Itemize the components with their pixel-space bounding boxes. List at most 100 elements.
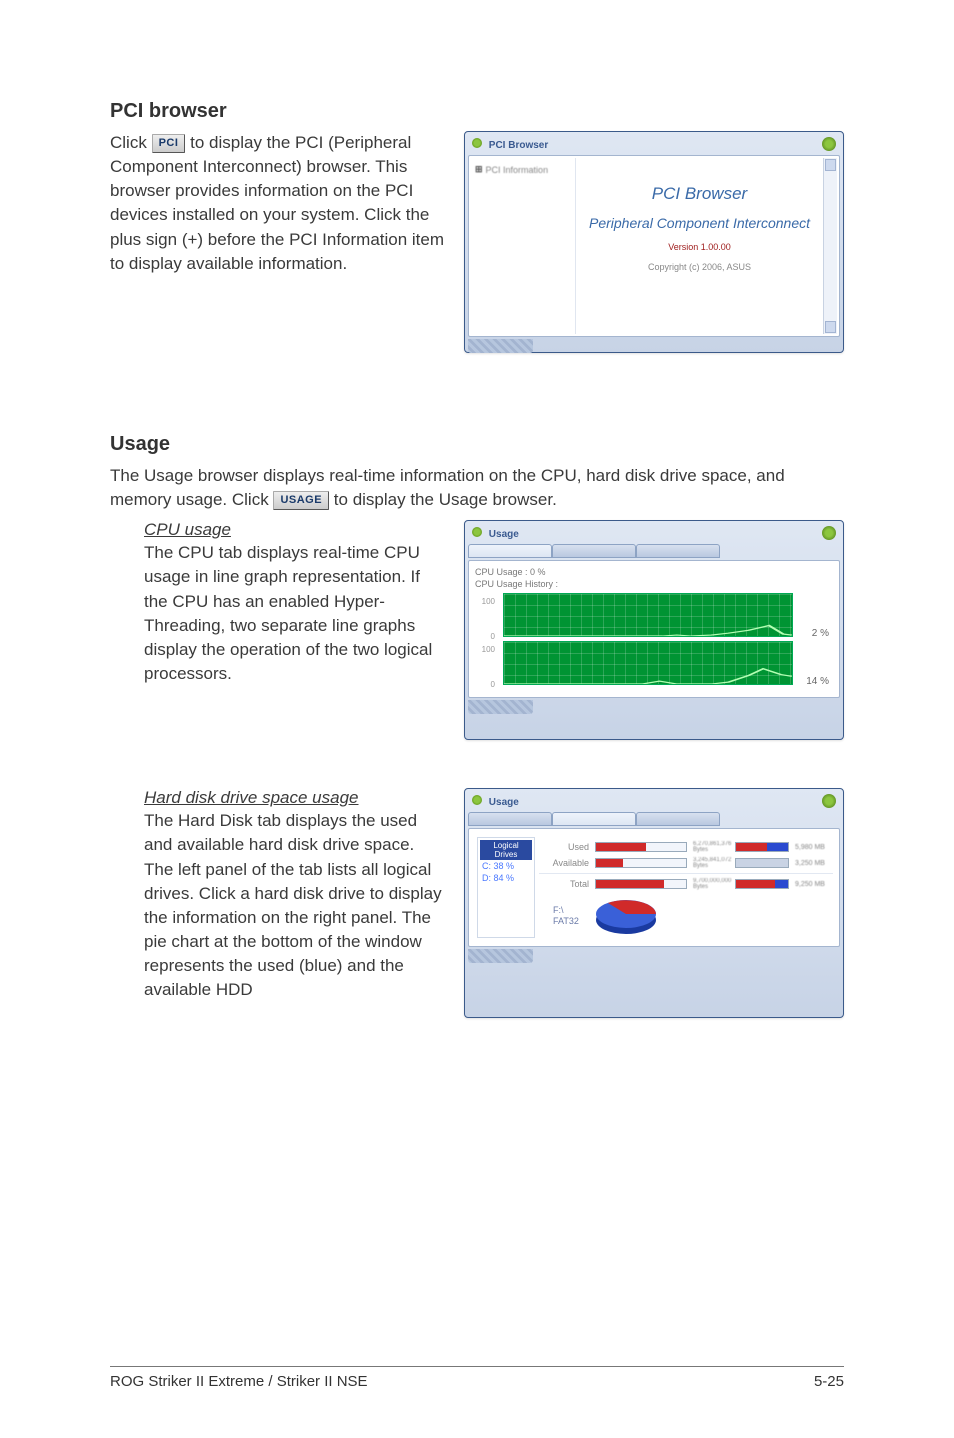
hdd-window-icon xyxy=(472,795,482,805)
hdd-pie-legend-drive: F:\ xyxy=(553,905,579,917)
pci-copyright: Copyright (c) 2006, ASUS xyxy=(582,262,817,272)
hdd-total-label: Total xyxy=(541,879,589,889)
cpu-graph-row-2: 100 0 14 % xyxy=(479,641,829,689)
pci-window: PCI Browser ⊞ PCI Information xyxy=(464,131,844,353)
cpu-subhead: CPU usage xyxy=(144,520,446,540)
pci-window-title-wrap: PCI Browser xyxy=(472,138,548,151)
cpu-graph2-value: 14 % xyxy=(799,676,829,689)
cpu-history-label: CPU Usage History : xyxy=(475,579,833,589)
hdd-drive-list: Logical Drives C: 38 % D: 84 % xyxy=(477,837,535,938)
tab-memory[interactable] xyxy=(636,544,720,558)
hdd-total-bar-sm xyxy=(735,879,789,889)
pci-main-title: PCI Browser xyxy=(582,184,817,204)
pci-tree-item-label: PCI Information xyxy=(486,165,549,175)
cpu-graph-row-1: 100 0 2 % xyxy=(479,593,829,641)
hdd-pie-legend: F:\ FAT32 xyxy=(553,905,579,928)
hdd-used-mb: 5,980 MB xyxy=(795,844,831,851)
window-footer-grip xyxy=(468,949,533,963)
pci-main-subtitle: Peripheral Component Interconnect xyxy=(582,214,817,232)
tab-hdd[interactable] xyxy=(552,544,636,558)
pci-section: PCI browser Click PCI to display the PCI… xyxy=(110,100,844,353)
tick-bot: 0 xyxy=(479,632,495,641)
pci-para-post: to display the PCI (Peripheral Component… xyxy=(110,133,444,273)
hdd-drive-item[interactable]: C: 38 % xyxy=(480,860,532,872)
usage-inline-button[interactable]: USAGE xyxy=(273,491,329,511)
cpu-usage-block: CPU usage The CPU tab displays real-time… xyxy=(110,520,844,740)
pci-inline-button[interactable]: PCI xyxy=(152,134,186,154)
tick-bot: 0 xyxy=(479,680,495,689)
pci-window-title: PCI Browser xyxy=(489,140,548,151)
pci-version: Version 1.00.00 xyxy=(582,242,817,252)
cpu-graph1-value: 2 % xyxy=(799,628,829,641)
scroll-up-icon[interactable] xyxy=(825,159,836,171)
hdd-avail-label: Available xyxy=(541,858,589,868)
hdd-total-bytes: 9,700,000,000 Bytes xyxy=(693,878,729,890)
window-footer-grip xyxy=(468,339,533,353)
hdd-row-avail: Available 3,245,841,072 Bytes 3,250 MB xyxy=(541,857,831,869)
pci-tree-panel: ⊞ PCI Information xyxy=(471,158,576,334)
footer-page-number: 5-25 xyxy=(814,1373,844,1390)
hdd-used-bytes: 6,270,861,376 Bytes xyxy=(693,841,729,853)
hdd-drive-list-header: Logical Drives xyxy=(480,840,532,860)
cpu-graph1-ticks: 100 0 xyxy=(479,597,497,641)
cpu-usage-label: CPU Usage : 0 % xyxy=(475,567,833,577)
pci-main-panel: PCI Browser Peripheral Component Interco… xyxy=(576,158,823,334)
hdd-used-label: Used xyxy=(541,842,589,852)
tab-cpu[interactable] xyxy=(468,544,552,558)
page-footer: ROG Striker II Extreme / Striker II NSE … xyxy=(110,1366,844,1390)
hdd-drive-item[interactable]: D: 84 % xyxy=(480,872,532,884)
tab-hdd[interactable] xyxy=(552,812,636,826)
usage-heading: Usage xyxy=(110,433,844,456)
cpu-usage-window: Usage CPU Usage : 0 % CPU Usage History … xyxy=(464,520,844,740)
pci-paragraph: Click PCI to display the PCI (Peripheral… xyxy=(110,131,446,276)
divider xyxy=(539,873,833,874)
cpu-window-title-wrap: Usage xyxy=(472,527,519,540)
hdd-total-mb: 9,250 MB xyxy=(795,881,831,888)
hdd-pie-legend-fs: FAT32 xyxy=(553,916,579,928)
hdd-body: The Hard Disk tab displays the used and … xyxy=(144,809,446,1002)
hdd-row-used: Used 6,270,861,376 Bytes 5,980 MB xyxy=(541,841,831,853)
hdd-avail-bar xyxy=(595,858,687,868)
hdd-used-bar-sm xyxy=(735,842,789,852)
hdd-window-title: Usage xyxy=(489,797,519,808)
pci-para-pre: Click xyxy=(110,133,152,152)
cpu-graph-1 xyxy=(503,593,793,637)
hdd-avail-mb: 3,250 MB xyxy=(795,860,831,867)
cpu-graph2-ticks: 100 0 xyxy=(479,645,497,689)
hdd-usage-block: Hard disk drive space usage The Hard Dis… xyxy=(110,788,844,1018)
pci-tree-item[interactable]: ⊞ PCI Information xyxy=(475,164,571,175)
hdd-used-bar xyxy=(595,842,687,852)
plus-icon[interactable]: ⊞ xyxy=(475,164,483,175)
footer-product: ROG Striker II Extreme / Striker II NSE xyxy=(110,1373,368,1390)
pci-scrollbar[interactable] xyxy=(823,158,837,334)
tick-top: 100 xyxy=(479,645,495,654)
close-icon[interactable] xyxy=(822,526,836,540)
usage-tabs xyxy=(468,812,840,826)
cpu-window-title: Usage xyxy=(489,529,519,540)
hdd-window-title-wrap: Usage xyxy=(472,795,519,808)
scroll-down-icon[interactable] xyxy=(825,321,836,333)
close-icon[interactable] xyxy=(822,137,836,151)
tab-memory[interactable] xyxy=(636,812,720,826)
usage-section: Usage The Usage browser displays real-ti… xyxy=(110,433,844,1018)
usage-tabs xyxy=(468,544,840,558)
usage-intro: The Usage browser displays real-time inf… xyxy=(110,464,844,512)
hdd-avail-bytes: 3,245,841,072 Bytes xyxy=(693,857,729,869)
pci-heading: PCI browser xyxy=(110,100,844,123)
cpu-body: The CPU tab displays real-time CPU usage… xyxy=(144,541,446,686)
hdd-subhead: Hard disk drive space usage xyxy=(144,788,446,808)
hdd-avail-bar-sm xyxy=(735,858,789,868)
tick-top: 100 xyxy=(479,597,495,606)
usage-intro-post: to display the Usage browser. xyxy=(334,490,557,509)
tab-cpu[interactable] xyxy=(468,812,552,826)
close-icon[interactable] xyxy=(822,794,836,808)
pci-window-icon xyxy=(472,138,482,148)
cpu-window-icon xyxy=(472,527,482,537)
cpu-graph-2 xyxy=(503,641,793,685)
hdd-row-total: Total 9,700,000,000 Bytes 9,250 MB xyxy=(541,878,831,890)
hdd-total-bar xyxy=(595,879,687,889)
hdd-pie-chart xyxy=(591,894,661,938)
window-footer-grip xyxy=(468,700,533,714)
hdd-detail-panel: Used 6,270,861,376 Bytes 5,980 MB Availa… xyxy=(541,837,831,938)
hdd-usage-window: Usage Logical Drives C: 38 % D: 84 % xyxy=(464,788,844,1018)
